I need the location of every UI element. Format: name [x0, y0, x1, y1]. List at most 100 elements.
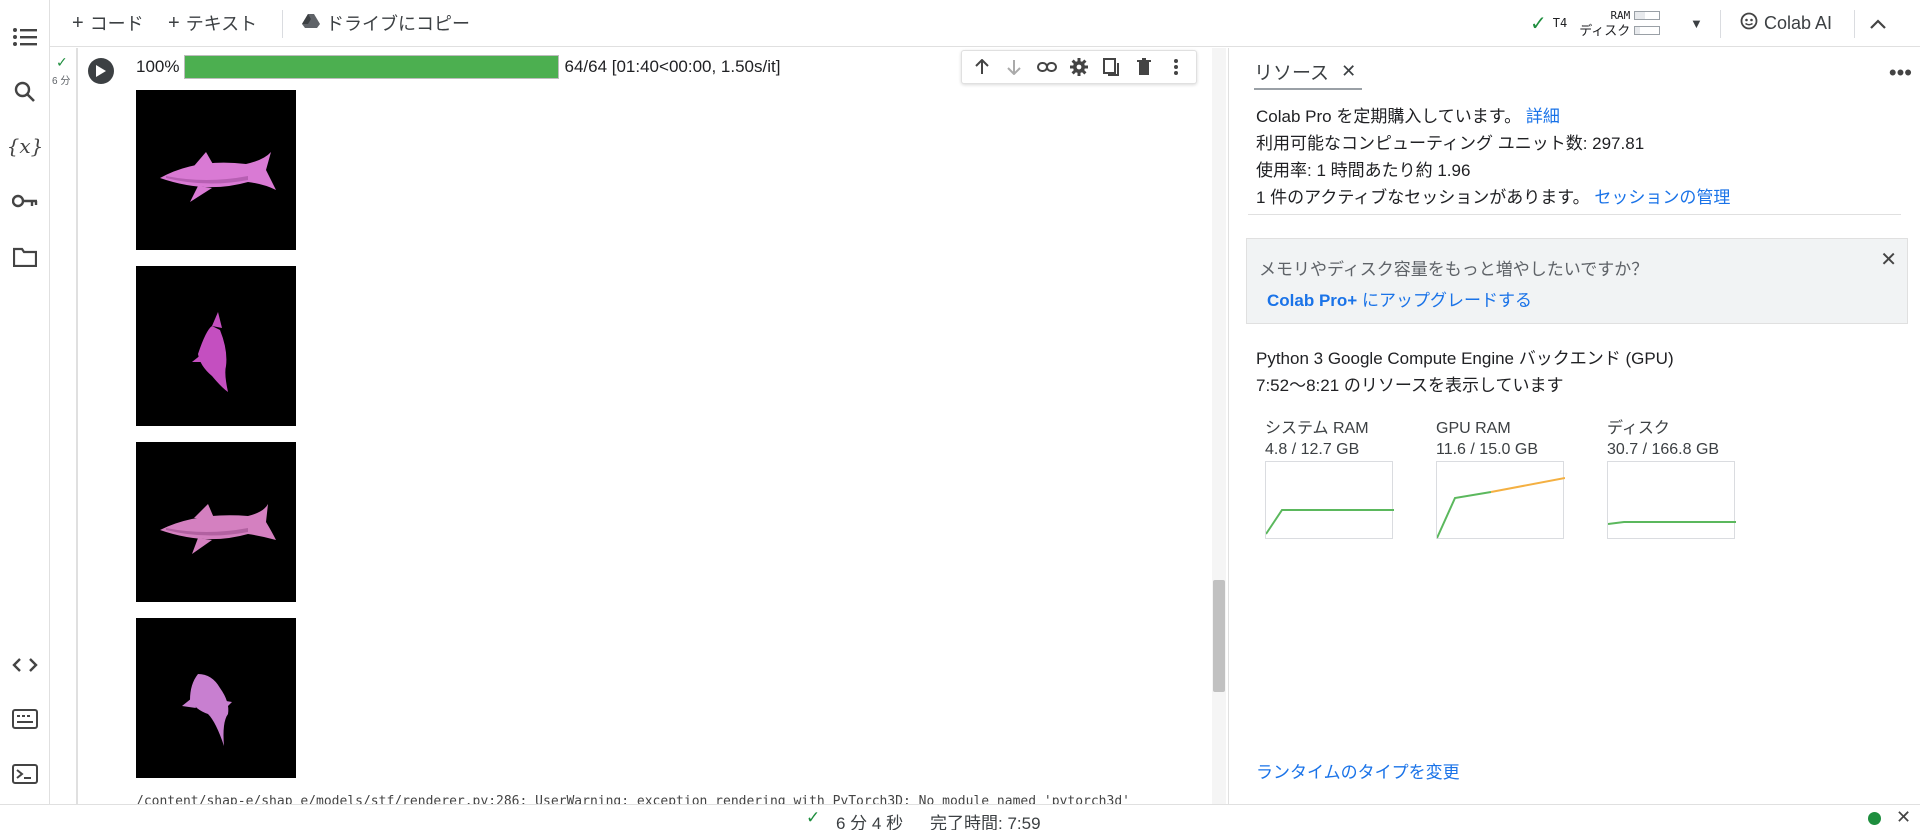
graph-value: 30.7 / 166.8 GB [1607, 441, 1720, 458]
gear-icon[interactable] [1066, 54, 1092, 80]
more-horiz-icon[interactable]: ••• [1889, 60, 1912, 86]
ram-meter [1634, 11, 1661, 20]
change-runtime-type-link[interactable]: ランタイムのタイプを変更 [1256, 758, 1460, 783]
shark-render-1 [136, 90, 296, 250]
copy-to-drive-button[interactable]: ドライブにコピー [302, 10, 470, 36]
search-icon[interactable] [10, 77, 40, 107]
colab-ai-icon [1740, 12, 1758, 35]
ram-label: RAM [1610, 9, 1631, 22]
toolbar-divider [282, 10, 283, 38]
connection-status-dot [1868, 812, 1881, 825]
scrollbar-thumb[interactable] [1213, 580, 1225, 692]
graph-plot [1436, 461, 1565, 539]
system-ram-graph: システム RAM 4.8 / 12.7 GB [1265, 418, 1395, 539]
upgrade-brand: Colab Pro+ [1267, 291, 1358, 310]
notebook-scrollbar[interactable] [1212, 48, 1226, 804]
delete-icon[interactable] [1131, 54, 1157, 80]
colab-ai-button[interactable]: Colab AI [1740, 10, 1832, 36]
close-icon[interactable]: ✕ [1341, 61, 1356, 82]
move-cell-up-icon[interactable] [969, 54, 995, 80]
folder-icon[interactable] [10, 242, 40, 272]
progress-bar [184, 55, 560, 79]
graph-value: 11.6 / 15.0 GB [1436, 441, 1538, 458]
close-icon[interactable]: ✕ [1880, 247, 1897, 272]
table-of-contents-icon[interactable] [10, 22, 40, 52]
add-code-label: コード [89, 14, 144, 34]
status-bar: ✓ 6 分 4 秒 完了時間: 7:59 ✕ [0, 804, 1920, 830]
progress-output: 100% 64/64 [01:40<00:00, 1.50s/it] [136, 54, 780, 80]
manage-sessions-link[interactable]: セッションの管理 [1594, 188, 1730, 207]
caret-down-icon: ▼ [1690, 15, 1703, 31]
active-session-line: 1 件のアクティブなセッションがあります。 セッションの管理 [1256, 183, 1730, 208]
toolbar-divider [1854, 10, 1855, 38]
check-icon: ✓ [1530, 12, 1547, 35]
details-link[interactable]: 詳細 [1526, 107, 1560, 126]
status-check-icon: ✓ [806, 808, 821, 827]
key-icon[interactable] [10, 186, 40, 216]
backend-line: Python 3 Google Compute Engine バックエンド (G… [1256, 349, 1674, 368]
cell-gutter: ✓ 6 分 [50, 48, 77, 804]
toolbar-divider [1720, 10, 1721, 38]
drive-icon [302, 13, 320, 34]
disk-label: ディスク [1579, 23, 1631, 38]
move-cell-down-icon[interactable] [1001, 54, 1027, 80]
link-icon[interactable] [1034, 54, 1060, 80]
play-icon [96, 65, 106, 77]
variables-icon[interactable]: {x} [7, 131, 44, 161]
compute-units-line: 利用可能なコンピューティング ユニット数: 297.81 [1256, 134, 1645, 153]
tab-resources[interactable]: リソース ✕ [1254, 54, 1363, 90]
shark-render-3 [136, 442, 296, 602]
colab-ai-label: Colab AI [1764, 12, 1833, 33]
upgrade-link[interactable]: Colab Pro+ にアップグレードする [1267, 286, 1532, 311]
pro-subscription-text: Colab Pro を定期購入しています。 [1256, 107, 1522, 126]
close-icon[interactable]: ✕ [1896, 807, 1911, 828]
terminal-icon[interactable] [10, 759, 40, 789]
mirror-cell-icon[interactable] [1098, 54, 1124, 80]
add-code-button[interactable]: + コード [72, 10, 144, 36]
left-icon-rail: {x} [0, 0, 50, 804]
runtime-status-button[interactable]: ✓ T4 RAM ディスク [1530, 8, 1661, 38]
progress-bar-fill [185, 56, 559, 78]
shark-render-2 [136, 266, 296, 426]
command-palette-icon[interactable] [10, 704, 40, 734]
gpu-ram-graph: GPU RAM 11.6 / 15.0 GB [1436, 418, 1566, 539]
cell-warning-output: /content/shap-e/shap_e/models/stf/render… [136, 794, 1130, 804]
run-cell-button[interactable] [88, 58, 114, 84]
resources-panel: リソース ✕ ••• Colab Pro を定期購入しています。 詳細 利用可能… [1228, 48, 1920, 804]
progress-text: 64/64 [01:40<00:00, 1.50s/it] [564, 57, 781, 76]
active-session-text: 1 件のアクティブなセッションがあります。 [1256, 188, 1590, 207]
resources-tab-label: リソース [1254, 62, 1330, 84]
runtime-menu-dropdown[interactable]: ▼ [1690, 10, 1703, 36]
progress-percent: 100% [136, 57, 180, 76]
plus-icon: + [72, 11, 84, 34]
time-range-line: 7:52～8:21 のリソースを表示しています [1256, 376, 1564, 395]
completion-time: 完了時間: 7:59 [930, 814, 1041, 830]
cell-exec-time: 6 分 [52, 76, 71, 87]
code-snippets-icon[interactable] [10, 650, 40, 680]
graph-title: システム RAM [1265, 420, 1369, 437]
graph-value: 4.8 / 12.7 GB [1265, 441, 1360, 458]
notebook-area: ✓ 6 分 100% 64/64 [01:40<00:00, 1.50s/it] [50, 48, 1227, 804]
usage-rate-line: 使用率: 1 時間あたり約 1.96 [1256, 161, 1471, 180]
disk-graph: ディスク 30.7 / 166.8 GB [1607, 418, 1737, 539]
chevron-up-icon [1870, 13, 1886, 34]
more-vert-icon[interactable] [1163, 54, 1189, 80]
collapse-header-button[interactable] [1870, 10, 1886, 36]
upgrade-link-text: にアップグレードする [1357, 291, 1532, 310]
add-text-button[interactable]: + テキスト [168, 10, 257, 36]
graph-plot [1265, 461, 1394, 539]
divider [1248, 214, 1901, 215]
elapsed-time: 6 分 4 秒 [836, 814, 904, 830]
copy-to-drive-label: ドライブにコピー [326, 14, 470, 34]
graph-plot [1607, 461, 1736, 539]
cell-toolbar [961, 50, 1197, 84]
add-text-label: テキスト [185, 14, 258, 34]
upgrade-banner: メモリやディスク容量をもっと増やしたいですか？ ✕ Colab Pro+ にアッ… [1246, 238, 1908, 324]
notebook-toolbar: + コード + テキスト ドライブにコピー ✓ T4 RAM ディスク ▼ Co… [50, 0, 1920, 47]
runtime-type: T4 [1552, 16, 1568, 30]
cell-selection-bar [76, 48, 78, 804]
upgrade-question: メモリやディスク容量をもっと増やしたいですか？ [1259, 260, 1649, 279]
shark-render-4 [136, 618, 296, 778]
plus-icon: + [168, 11, 180, 34]
colab-window: {x} + コード + テキスト ドライブにコピー ✓ T4 RAM ディスク … [0, 0, 1920, 830]
